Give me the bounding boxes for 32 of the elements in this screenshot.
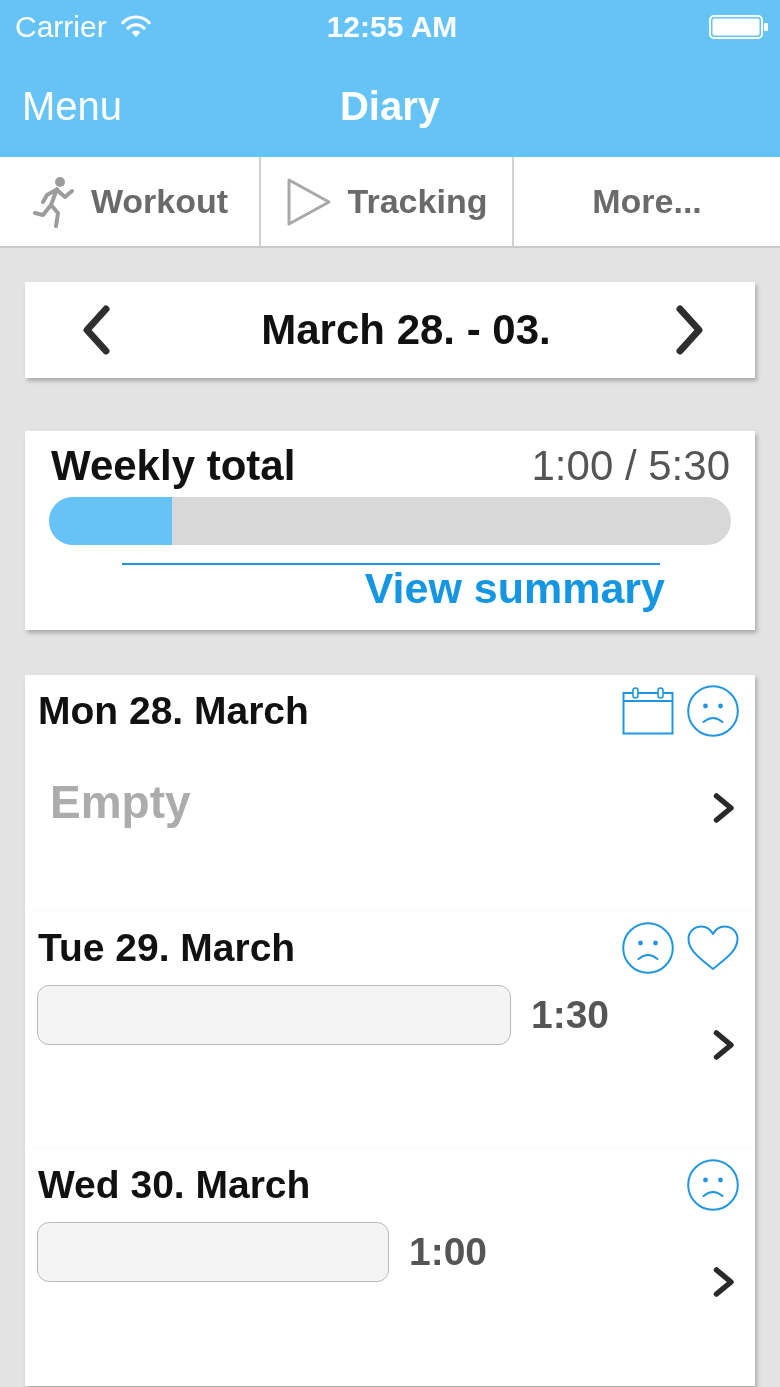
- chevron-left-icon: [80, 305, 112, 355]
- sad-face-icon[interactable]: [687, 685, 739, 737]
- day-title: Tue 29. March: [38, 925, 297, 971]
- wifi-icon: [120, 15, 151, 38]
- empty-label: Empty: [50, 777, 191, 827]
- carrier-name: Carrier: [15, 9, 107, 44]
- status-time: 12:55 AM: [326, 9, 458, 44]
- week-range-title: March 28. - 03.: [260, 306, 552, 354]
- day-title: Mon 28. March: [38, 688, 310, 734]
- day-card[interactable]: Wed 30. March 1:00: [25, 1149, 755, 1386]
- day-card[interactable]: Mon 28. March Empty: [25, 675, 755, 912]
- weekly-total-reading: 1:00 / 5:30: [531, 443, 730, 489]
- day-title: Wed 30. March: [38, 1162, 312, 1208]
- play-icon: [285, 176, 332, 227]
- chevron-right-icon[interactable]: [712, 1029, 736, 1061]
- next-week-button[interactable]: [674, 305, 706, 355]
- chevron-right-icon: [674, 305, 706, 355]
- view-summary-link[interactable]: View summary: [364, 565, 665, 611]
- weekly-total-label: Weekly total: [51, 443, 296, 489]
- heart-icon[interactable]: [687, 925, 739, 971]
- sad-face-icon[interactable]: [687, 1159, 739, 1211]
- battery-icon: [709, 14, 769, 39]
- screen-title: Diary: [339, 83, 441, 129]
- sad-face-icon[interactable]: [622, 922, 674, 974]
- duration-text: 1:00: [409, 1230, 488, 1274]
- day-card[interactable]: Tue 29. March 1:30: [25, 912, 755, 1149]
- chevron-right-icon[interactable]: [712, 792, 736, 824]
- duration-text: 1:30: [531, 993, 610, 1037]
- chevron-right-icon[interactable]: [712, 1266, 736, 1298]
- previous-week-button[interactable]: [80, 305, 112, 355]
- runner-icon: [30, 175, 75, 228]
- calendar-icon[interactable]: [622, 687, 674, 735]
